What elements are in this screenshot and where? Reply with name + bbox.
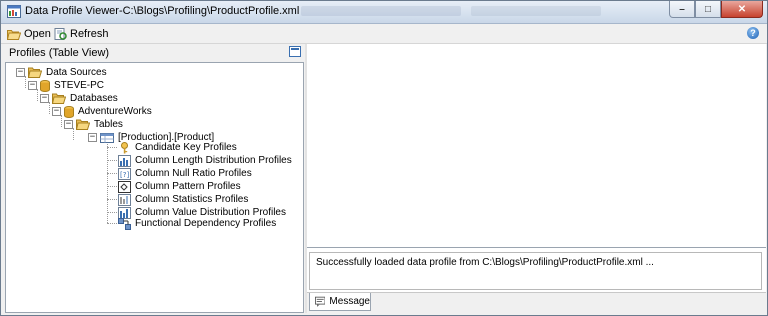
tree-node-label: Column Null Ratio Profiles (135, 168, 252, 179)
tree-node-label: Data Sources (46, 67, 107, 78)
tree-connector (107, 173, 117, 174)
refresh-button[interactable]: Refresh (53, 26, 109, 41)
tree-node-label: Column Pattern Profiles (135, 181, 241, 192)
help-icon[interactable]: ? (747, 27, 759, 39)
window-title: Data Profile Viewer-C:\Blogs\Profiling\P… (25, 5, 300, 17)
status-message: Successfully loaded data profile from C:… (316, 257, 654, 268)
tree-node-label: Functional Dependency Profiles (135, 218, 277, 229)
tree-node-column-length-distribution-profiles[interactable]: Column Length Distribution Profiles (118, 154, 292, 167)
tree-node-databases[interactable]: − Databases (40, 92, 118, 105)
tree-node-functional-dependency-profiles[interactable]: Functional Dependency Profiles (118, 217, 276, 230)
window-controls: – □ ✕ (669, 1, 763, 19)
tree-node-candidate-key-profiles[interactable]: Candidate Key Profiles (118, 141, 237, 154)
refresh-icon (54, 27, 67, 40)
panel-view-toggle-icon[interactable] (289, 46, 301, 57)
dependency-icon (118, 217, 131, 230)
tree-node-database[interactable]: − AdventureWorks (52, 105, 152, 118)
tree-node-server[interactable]: − STEVE-PC (28, 79, 104, 92)
statistics-icon (118, 193, 131, 206)
pattern-icon (118, 180, 131, 193)
collapse-toggle-icon[interactable]: − (52, 107, 61, 116)
profiles-tree: − Data Sources − STEVE-PC − Databases − … (5, 62, 304, 313)
tab-message[interactable]: Message (309, 293, 371, 311)
tab-label: Message (329, 296, 370, 307)
minimize-button[interactable]: – (669, 1, 695, 18)
tree-node-label: Candidate Key Profiles (135, 142, 237, 153)
key-icon (121, 141, 128, 153)
tree-connector (107, 212, 117, 213)
collapse-toggle-icon[interactable]: − (88, 133, 97, 142)
tree-node-label: STEVE-PC (54, 80, 105, 91)
tree-connector (107, 199, 117, 200)
tree-node-label: Databases (70, 93, 118, 104)
toolbar: Open Refresh ? (1, 24, 767, 44)
close-button[interactable]: ✕ (721, 1, 763, 18)
table-icon (100, 132, 114, 143)
null-ratio-icon: [?] (118, 167, 131, 180)
database-icon (64, 105, 74, 118)
tree-node-label: Tables (94, 119, 123, 130)
length-distribution-icon (118, 154, 131, 167)
app-window: Data Profile Viewer-C:\Blogs\Profiling\P… (0, 0, 768, 316)
tree-node-data-sources[interactable]: − Data Sources (16, 66, 107, 79)
open-folder-icon (7, 29, 21, 40)
folder-open-icon (28, 67, 42, 78)
tree-node-label: AdventureWorks (78, 106, 152, 117)
profile-details-pane (307, 44, 766, 247)
maximize-button[interactable]: □ (695, 1, 721, 18)
message-panel: Successfully loaded data profile from C:… (307, 247, 766, 293)
refresh-label: Refresh (70, 27, 109, 40)
collapse-toggle-icon[interactable]: − (16, 68, 25, 77)
profiles-panel-title: Profiles (Table View) (9, 47, 110, 59)
tree-connector (107, 160, 117, 161)
collapse-toggle-icon[interactable]: − (28, 81, 37, 90)
tree-node-column-pattern-profiles[interactable]: Column Pattern Profiles (118, 180, 241, 193)
tree-connector (107, 141, 108, 223)
tree-connector (107, 223, 117, 224)
folder-open-icon (76, 119, 90, 130)
background-window-ghost (471, 6, 601, 16)
open-label: Open (24, 27, 51, 40)
background-window-ghost (301, 6, 461, 16)
folder-open-icon (52, 93, 66, 104)
tree-connector (107, 186, 117, 187)
collapse-toggle-icon[interactable]: − (40, 94, 49, 103)
open-button[interactable]: Open (7, 26, 51, 41)
bottom-tab-bar: Message (307, 293, 766, 313)
tree-connector (107, 147, 117, 148)
tree-node-column-null-ratio-profiles[interactable]: [?] Column Null Ratio Profiles (118, 167, 252, 180)
tree-node-column-statistics-profiles[interactable]: Column Statistics Profiles (118, 193, 248, 206)
message-box: Successfully loaded data profile from C:… (309, 252, 762, 290)
app-icon (7, 5, 21, 18)
message-icon (315, 296, 326, 307)
profiles-panel-header: Profiles (Table View) (3, 44, 303, 62)
tree-node-label: Column Length Distribution Profiles (135, 155, 292, 166)
svg-text:[?]: [?] (120, 171, 129, 179)
collapse-toggle-icon[interactable]: − (64, 120, 73, 129)
tree-node-label: Column Statistics Profiles (135, 194, 249, 205)
server-icon (40, 79, 50, 92)
title-bar[interactable]: Data Profile Viewer-C:\Blogs\Profiling\P… (1, 1, 767, 24)
tree-node-tables[interactable]: − Tables (64, 118, 123, 131)
